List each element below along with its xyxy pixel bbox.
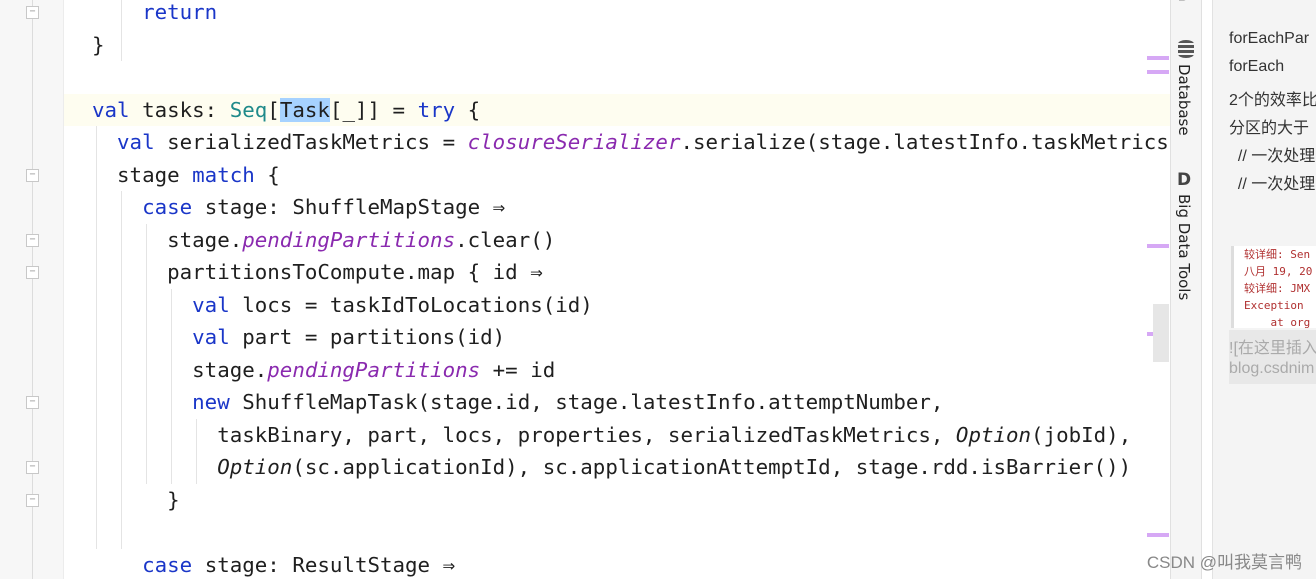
code-line[interactable]: partitionsToCompute.map { id ⇒: [64, 256, 1170, 289]
watermark: CSDN @叫我莫言鸭: [1146, 553, 1302, 572]
fold-toggle-icon[interactable]: −: [26, 6, 39, 19]
code-line[interactable]: stage.pendingPartitions += id: [64, 354, 1170, 387]
gutter: − − − − − − −: [0, 0, 64, 579]
image-text: 较详细: Sen: [1244, 248, 1311, 261]
preview-panel: forEachPar forEach 2个的效率比 分区的大于 // 一次处理 …: [1212, 0, 1316, 579]
code-line[interactable]: Option(sc.applicationId), sc.application…: [64, 451, 1170, 484]
keyword: case: [142, 195, 193, 219]
keyword: case: [142, 552, 193, 577]
fold-toggle-icon[interactable]: −: [26, 233, 39, 247]
tool-tab-big-data-tools[interactable]: Big Data Tools: [1175, 194, 1193, 300]
code-line[interactable]: stage.pendingPartitions.clear(): [64, 224, 1170, 257]
code-token: partitionsToCompute.map { id ⇒: [167, 260, 543, 284]
keyword: match: [192, 162, 255, 187]
code-token: .serialize(stage.latestInfo.taskMetrics: [680, 130, 1169, 154]
code-token: (jobId),: [1031, 422, 1132, 447]
code-line[interactable]: [64, 516, 1170, 549]
code-line[interactable]: val tasks: Seq[Task[_]] = try {: [64, 93, 1170, 126]
image-text: Exception: [1244, 299, 1311, 312]
code-token: ShuffleMapTask(stage.id, stage.latestInf…: [229, 390, 944, 414]
code-line[interactable]: case stage: ShuffleMapStage ⇒: [64, 191, 1170, 224]
stripe-marker[interactable]: [1147, 56, 1169, 60]
tool-tab-database[interactable]: Database: [1175, 64, 1193, 136]
image-url-text[interactable]: blog.csdnim: [1229, 360, 1314, 378]
panel-text: 2个的效率比: [1229, 92, 1316, 109]
code-token: pendingPartitions: [267, 357, 481, 382]
code-token: serializedTaskMetrics =: [154, 130, 468, 154]
code-token: stage.: [167, 227, 243, 252]
big-data-tools-icon: D: [1177, 170, 1192, 190]
code-token: stage: ResultStage ⇒: [192, 552, 456, 577]
panel-text: 分区的大于: [1229, 120, 1310, 137]
fold-toggle-icon[interactable]: −: [26, 396, 39, 409]
code-line[interactable]: case stage: ResultStage ⇒: [64, 549, 1170, 579]
code-token: stage.: [192, 357, 268, 382]
code-token: }: [167, 487, 180, 512]
code-token: Seq: [229, 97, 268, 122]
code-line[interactable]: [64, 61, 1170, 94]
code-token: (sc.applicationId), sc.applicationAttemp…: [292, 455, 1132, 479]
code-token: tasks:: [129, 97, 230, 122]
code-token: stage: [117, 162, 193, 187]
code-line[interactable]: taskBinary, part, locs, properties, seri…: [64, 419, 1170, 452]
code-token: locs = taskIdToLocations(id): [229, 292, 593, 317]
keyword: val: [92, 97, 130, 122]
keyword: try: [417, 97, 456, 122]
stripe-marker[interactable]: [1147, 70, 1169, 74]
code-line[interactable]: val serializedTaskMetrics = closureSeria…: [64, 126, 1170, 159]
stripe-marker[interactable]: [1147, 244, 1169, 248]
code-token: pendingPartitions: [242, 227, 456, 252]
image-text: at org: [1244, 316, 1311, 329]
code-editor[interactable]: − − − − − − − return} val tasks: Seq[Task[_]] =…: [0, 0, 1170, 579]
code-token: part = partitions(id): [229, 325, 506, 349]
panel-text: // 一次处理: [1229, 176, 1316, 193]
fold-toggle-icon[interactable]: −: [26, 493, 39, 507]
selected-text: Task: [279, 97, 330, 122]
image-link-text[interactable]: ![在这里插入: [1229, 334, 1316, 358]
fold-toggle-icon[interactable]: −: [26, 461, 39, 474]
keyword: val: [192, 292, 230, 317]
code-token: closureSerializer: [467, 130, 681, 154]
fold-toggle-icon[interactable]: −: [26, 266, 39, 279]
code-line[interactable]: }: [64, 29, 1170, 62]
code-line[interactable]: new ShuffleMapTask(stage.id, stage.lates…: [64, 386, 1170, 419]
code-token: {: [455, 97, 481, 122]
code-line[interactable]: val locs = taskIdToLocations(id): [64, 289, 1170, 322]
code-line[interactable]: val part = partitions(id): [64, 321, 1170, 354]
code-token: Option: [217, 455, 293, 479]
scrollbar-thumb[interactable]: [1153, 304, 1169, 362]
stripe-marker[interactable]: [1147, 533, 1169, 537]
code-token: {: [254, 162, 280, 187]
keyword: val: [117, 130, 155, 154]
keyword: new: [192, 390, 230, 414]
code-line[interactable]: }: [64, 484, 1170, 517]
code-token: [_]] =: [329, 97, 418, 122]
code-line[interactable]: return: [64, 0, 1170, 29]
keyword: val: [192, 325, 230, 349]
tool-tab-partial[interactable]: n: [1175, 0, 1193, 2]
fold-toggle-icon[interactable]: −: [26, 168, 39, 182]
keyword: return: [142, 0, 218, 24]
tool-window-strip: n Database D Big Data Tools: [1170, 0, 1202, 579]
panel-text: forEach: [1229, 58, 1285, 75]
database-icon: [1178, 40, 1194, 58]
screenshot-image: 较详细: Sen 八月 19, 20 较详细: JMX Exception at or…: [1231, 246, 1316, 329]
panel-text: forEachPar: [1229, 30, 1310, 47]
code-token: }: [92, 32, 105, 57]
code-token: [: [267, 97, 280, 122]
code-token: stage: ShuffleMapStage ⇒: [192, 195, 506, 219]
code-token: += id: [480, 357, 556, 382]
code-token: Option: [955, 422, 1032, 447]
code-token: taskBinary, part, locs, properties, seri…: [217, 422, 956, 447]
code-token: .clear(): [455, 227, 556, 252]
panel-text: // 一次处理: [1229, 148, 1316, 165]
image-text: 较详细: JMX: [1244, 282, 1311, 295]
image-text: 八月 19, 20: [1244, 265, 1313, 278]
code-line[interactable]: stage match {: [64, 159, 1170, 192]
